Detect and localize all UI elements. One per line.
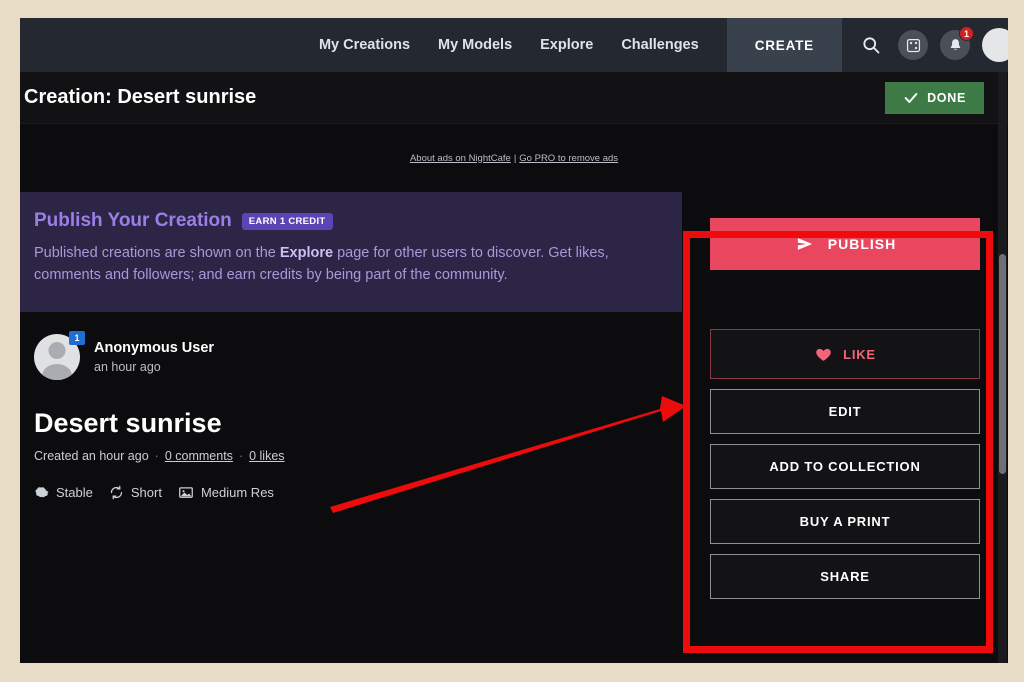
search-button[interactable] <box>856 30 886 60</box>
tag-short: Short <box>109 485 162 500</box>
creation-tags-row: Stable Short Medium Res <box>34 485 668 500</box>
secondary-action-list: LIKE EDIT ADD TO COLLECTION BUY A PRINT … <box>682 329 1008 599</box>
about-ads-link[interactable]: About ads on NightCafe <box>410 153 511 164</box>
creation-action-sidebar: PUBLISH LIKE EDIT ADD TO COLLECTION BUY … <box>682 192 1008 663</box>
nav-item-explore[interactable]: Explore <box>540 37 593 53</box>
creation-created-label: Created an hour ago <box>34 449 149 463</box>
done-button-label: DONE <box>927 90 966 105</box>
dice-icon <box>906 38 920 52</box>
refresh-icon <box>110 485 122 500</box>
ads-strip: About ads on NightCafe | Go PRO to remove … <box>20 124 1008 192</box>
creation-subtitle: Created an hour ago · 0 comments · 0 lik… <box>34 449 668 463</box>
page-title: Creation: Desert sunrise <box>24 86 257 108</box>
edit-button-label: EDIT <box>828 404 862 419</box>
author-timestamp: an hour ago <box>94 360 161 374</box>
page-background: My Creations My Models Explore Challenge… <box>0 0 1024 682</box>
avatar-level-badge: 1 <box>69 331 85 345</box>
tag-stable-label: Stable <box>56 485 93 500</box>
nav-item-my-models[interactable]: My Models <box>438 37 512 53</box>
subtitle-separator-2: · <box>238 449 244 463</box>
app-window: My Creations My Models Explore Challenge… <box>20 18 1008 663</box>
brain-icon <box>35 487 49 498</box>
random-button[interactable] <box>898 30 928 60</box>
ads-text: About ads on NightCafe | Go PRO to remove … <box>410 153 618 164</box>
buy-a-print-button-label: BUY A PRINT <box>799 514 891 529</box>
creation-header-bar: Creation: Desert sunrise DONE <box>20 72 1008 124</box>
creation-left-column: Publish Your Creation EARN 1 CREDIT Publ… <box>20 192 682 500</box>
comments-link[interactable]: 0 comments <box>165 449 233 463</box>
publish-banner: Publish Your Creation EARN 1 CREDIT Publ… <box>20 192 682 312</box>
add-to-collection-button[interactable]: ADD TO COLLECTION <box>710 444 980 489</box>
like-button[interactable]: LIKE <box>710 329 980 379</box>
tag-stable: Stable <box>34 485 93 500</box>
likes-link[interactable]: 0 likes <box>249 449 284 463</box>
add-to-collection-button-label: ADD TO COLLECTION <box>769 459 921 474</box>
publish-button-wrap: PUBLISH <box>682 192 1008 270</box>
creation-body: Publish Your Creation EARN 1 CREDIT Publ… <box>20 192 1008 663</box>
creation-title: Desert sunrise <box>34 408 222 438</box>
done-button[interactable]: DONE <box>885 81 984 114</box>
heart-icon <box>816 348 831 361</box>
page-scrollbar-thumb[interactable] <box>999 254 1006 474</box>
send-icon <box>797 238 812 250</box>
creation-meta: 1 Anonymous User an hour ago Desert sunr… <box>20 312 682 500</box>
buy-a-print-button[interactable]: BUY A PRINT <box>710 499 980 544</box>
search-icon <box>863 37 880 54</box>
author-text-block: Anonymous User an hour ago <box>94 340 214 374</box>
share-button-label: SHARE <box>820 569 870 584</box>
publish-desc-part1: Published creations are shown on the <box>34 245 280 261</box>
nav-item-my-creations[interactable]: My Creations <box>319 37 410 53</box>
publish-button[interactable]: PUBLISH <box>710 218 980 270</box>
creation-author-row: 1 Anonymous User an hour ago <box>34 331 668 380</box>
user-avatar[interactable] <box>982 28 1008 62</box>
tag-medium-res: Medium Res <box>178 485 274 500</box>
nav-icon-group: 1 <box>856 26 1008 62</box>
publish-desc-explore: Explore <box>279 245 334 261</box>
publish-banner-description: Published creations are shown on the Exp… <box>34 242 668 287</box>
tag-short-label: Short <box>130 485 162 500</box>
earn-credit-badge: EARN 1 CREDIT <box>241 212 333 230</box>
like-button-label: LIKE <box>843 346 876 362</box>
tag-medium-res-label: Medium Res <box>200 485 274 500</box>
author-avatar-wrap: 1 <box>34 331 85 380</box>
subtitle-separator-1: · <box>154 449 159 463</box>
publish-banner-heading: Publish Your Creation EARN 1 CREDIT <box>34 210 668 232</box>
author-name[interactable]: Anonymous User <box>94 340 214 356</box>
publish-button-label: PUBLISH <box>827 236 897 252</box>
bell-icon <box>950 39 960 50</box>
top-navigation-bar: My Creations My Models Explore Challenge… <box>20 18 1008 72</box>
go-pro-link[interactable]: Go PRO to remove ads <box>519 153 618 164</box>
edit-button[interactable]: EDIT <box>710 389 980 434</box>
notifications-button[interactable]: 1 <box>940 26 974 60</box>
share-button[interactable]: SHARE <box>710 554 980 599</box>
check-icon <box>904 92 918 103</box>
create-button[interactable]: CREATE <box>726 18 842 72</box>
publish-banner-title: Publish Your Creation <box>34 210 232 231</box>
notification-badge: 1 <box>959 26 974 41</box>
nav-item-challenges[interactable]: Challenges <box>621 37 698 53</box>
image-icon <box>179 487 193 498</box>
ads-separator: | <box>513 152 517 164</box>
